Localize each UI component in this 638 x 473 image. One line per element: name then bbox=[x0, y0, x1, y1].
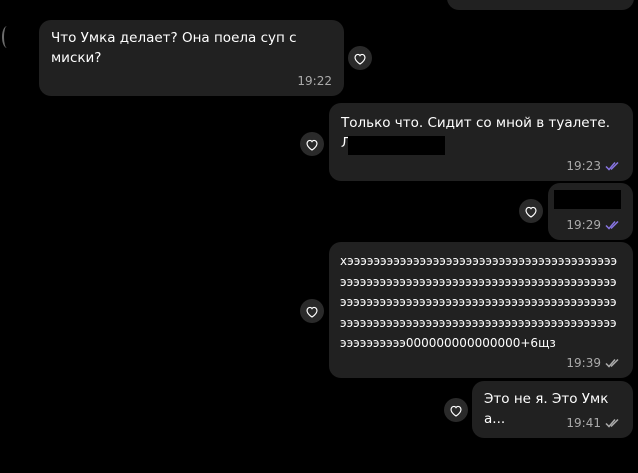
message-time: 19:23 bbox=[566, 159, 601, 173]
message-text: Что Умка делает? Она поела суп с миски? bbox=[51, 30, 301, 66]
chat-message-list: Что Умка делает? Она поела суп с миски? … bbox=[0, 0, 638, 473]
message-time: 19:29 bbox=[566, 218, 601, 232]
message-meta: 19:22 bbox=[297, 74, 332, 88]
message-time: 19:41 bbox=[566, 416, 601, 430]
react-heart-button[interactable] bbox=[348, 46, 372, 70]
message-bubble-outgoing[interactable]: Это не я. Это Умка... 19:41 bbox=[472, 381, 633, 438]
double-check-read-icon bbox=[605, 161, 619, 171]
heart-outline-icon bbox=[306, 139, 318, 151]
message-meta: 19:41 bbox=[566, 416, 621, 430]
previous-message-bubble-partial[interactable] bbox=[447, 0, 634, 10]
react-heart-button[interactable] bbox=[300, 299, 324, 323]
heart-outline-icon bbox=[354, 53, 366, 65]
heart-outline-icon bbox=[306, 306, 318, 318]
message-bubble-outgoing[interactable]: 19:29 bbox=[548, 183, 633, 240]
message-bubble-outgoing[interactable]: хэээээээээээээээээээээээээээээээээээээээ… bbox=[329, 242, 633, 378]
message-meta: 19:29 bbox=[566, 218, 621, 232]
heart-outline-icon bbox=[525, 206, 537, 218]
message-bubble-incoming[interactable]: Что Умка делает? Она поела суп с миски? … bbox=[39, 20, 344, 96]
message-time: 19:22 bbox=[297, 74, 332, 88]
redacted-block bbox=[554, 190, 621, 209]
double-check-sent-icon bbox=[605, 358, 619, 368]
react-heart-button[interactable] bbox=[300, 132, 324, 156]
sender-avatar-partial[interactable] bbox=[2, 26, 12, 48]
double-check-sent-icon bbox=[605, 418, 619, 428]
react-heart-button[interactable] bbox=[519, 199, 543, 223]
message-time: 19:39 bbox=[566, 356, 601, 370]
heart-outline-icon bbox=[450, 405, 462, 417]
double-check-read-icon bbox=[605, 220, 619, 230]
redacted-block bbox=[348, 136, 445, 155]
message-text: хэээээээээээээээээээээээээээээээээээээээ… bbox=[340, 254, 618, 350]
react-heart-button[interactable] bbox=[444, 398, 468, 422]
message-meta: 19:39 bbox=[566, 356, 621, 370]
message-bubble-outgoing[interactable]: Только что. Сидит со мной в туалете. Л 1… bbox=[329, 103, 633, 181]
message-meta: 19:23 bbox=[566, 159, 621, 173]
